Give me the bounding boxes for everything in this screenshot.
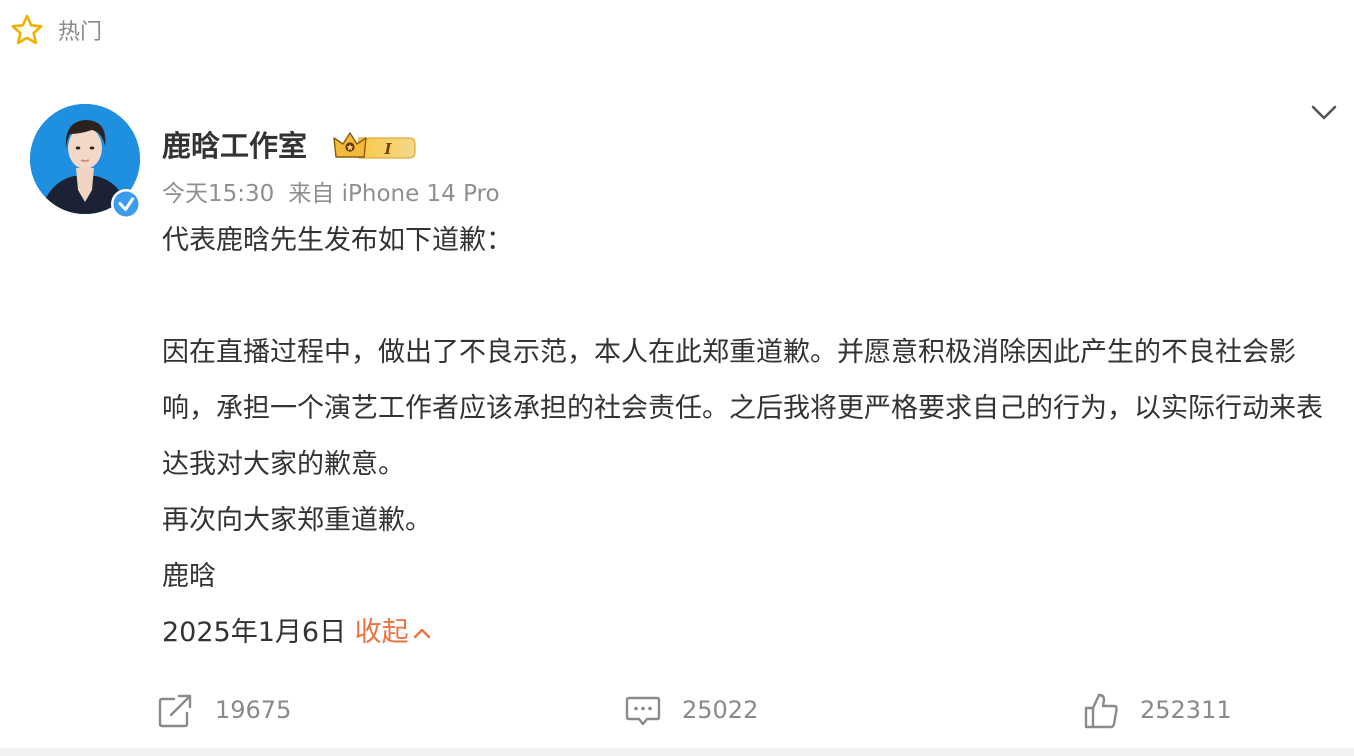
star-icon bbox=[11, 14, 43, 45]
post-paragraph: 代表鹿晗先生发布如下道歉： bbox=[162, 225, 513, 256]
hot-section-header: 热门 bbox=[10, 10, 102, 50]
vip-crown-badge-icon[interactable]: I bbox=[333, 130, 417, 164]
repost-button[interactable]: 19675 bbox=[157, 684, 291, 736]
post-source: 来自 iPhone 14 Pro bbox=[288, 181, 500, 207]
author-avatar-container[interactable] bbox=[30, 104, 141, 219]
verified-badge-icon bbox=[111, 189, 141, 219]
vip-level-text: I bbox=[383, 140, 392, 158]
post-blank-line bbox=[162, 269, 1342, 325]
comment-button[interactable]: 25022 bbox=[624, 684, 758, 736]
repost-count: 19675 bbox=[215, 696, 292, 724]
collapse-label: 收起 bbox=[354, 617, 409, 648]
comment-icon bbox=[625, 696, 661, 726]
post-action-bar: 19675 25022 252311 bbox=[0, 684, 1354, 736]
thumbs-up-icon bbox=[1084, 693, 1118, 729]
post-time[interactable]: 今天15:30 bbox=[162, 181, 274, 207]
like-button[interactable]: 252311 bbox=[1082, 684, 1232, 736]
share-icon bbox=[158, 694, 192, 728]
author-name[interactable]: 鹿晗工作室 bbox=[162, 126, 307, 166]
post-signature: 鹿晗 bbox=[162, 561, 216, 592]
post-date-line: 2025年1月6日 收起 bbox=[162, 605, 1342, 661]
card-bottom-divider bbox=[0, 748, 1354, 756]
hot-section-label: 热门 bbox=[58, 20, 103, 45]
post-content: 代表鹿晗先生发布如下道歉： 因在直播过程中，做出了不良示范，本人在此郑重道歉。并… bbox=[162, 213, 1342, 661]
post-paragraph: 因在直播过程中，做出了不良示范，本人在此郑重道歉。并愿意积极消除因此产生的不良社… bbox=[162, 337, 1323, 480]
collapse-button[interactable]: 收起 bbox=[355, 617, 433, 648]
comment-count: 25022 bbox=[682, 696, 759, 724]
chevron-down-icon[interactable] bbox=[1310, 98, 1338, 126]
chevron-up-icon bbox=[413, 628, 430, 638]
post-date: 2025年1月6日 bbox=[162, 617, 347, 648]
like-count: 252311 bbox=[1140, 696, 1232, 724]
post-paragraph: 再次向大家郑重道歉。 bbox=[162, 505, 432, 536]
post-meta: 今天15:30 来自 iPhone 14 Pro bbox=[162, 178, 500, 210]
